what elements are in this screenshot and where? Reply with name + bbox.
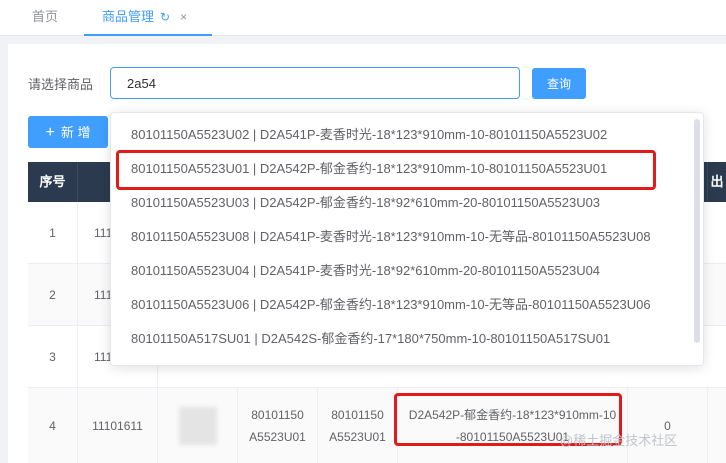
cell-index: 2 <box>28 264 78 325</box>
tab-label: 商品管理 <box>102 9 155 24</box>
product-select-label: 请选择商品 <box>28 77 94 92</box>
add-button-label: 新 增 <box>60 125 91 140</box>
dropdown-scrollbar[interactable] <box>694 119 700 343</box>
dropdown-option[interactable]: 80101150A5523U03 | D2A542P-郁金香约-18*92*61… <box>111 186 691 220</box>
tab-home[interactable]: 首页 <box>32 0 58 36</box>
product-search-input[interactable] <box>110 67 520 99</box>
plus-icon: + <box>45 124 55 141</box>
cell-index: 1 <box>28 202 78 263</box>
cell-code: 11101611 <box>78 388 158 463</box>
header-col-8: 出 <box>710 174 724 189</box>
cell-quantity: 0 <box>628 388 708 463</box>
cell-material-code: 80101150 A5523U01 <box>238 388 318 463</box>
close-icon[interactable]: × <box>180 0 187 34</box>
refresh-icon[interactable]: ↻ <box>160 0 170 34</box>
watermark: @稀土掘金技术社区 <box>560 433 678 448</box>
dropdown-option[interactable]: 80101150A5523U06 | D2A542P-郁金香约-18*123*9… <box>111 288 691 322</box>
add-button[interactable]: + 新 增 <box>28 116 108 148</box>
dropdown-option[interactable]: 80101150A5523U02 | D2A541P-麦香时光-18*123*9… <box>111 118 691 152</box>
tab-product-management[interactable]: 商品管理 ↻ × <box>84 0 212 36</box>
product-thumbnail <box>178 406 217 445</box>
cell-material-code-2: 80101150 A5523U01 <box>318 388 398 463</box>
cell-image <box>158 388 238 463</box>
tab-bar: 首页 商品管理 ↻ × <box>0 0 726 36</box>
cell-index: 3 <box>28 326 78 387</box>
header-index: 序号 <box>28 162 78 202</box>
dropdown-option[interactable]: 80101150A5523U04 | D2A541P-麦香时光-18*92*61… <box>111 254 691 288</box>
dropdown-option[interactable]: 80101150A5523U08 | D2A541P-麦香时光-18*123*9… <box>111 220 691 254</box>
cell-index: 4 <box>28 388 78 463</box>
dropdown-option[interactable]: 80101150A517SU01 | D2A542S-郁金香约-17*180*7… <box>111 322 691 356</box>
query-button[interactable]: 查询 <box>532 68 586 99</box>
highlight-box-option <box>116 150 656 190</box>
